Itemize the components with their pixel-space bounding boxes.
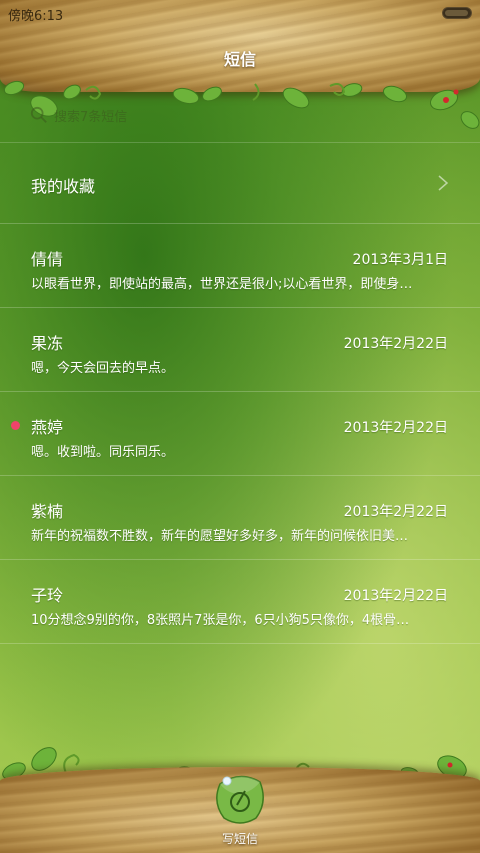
chevron-right-icon: [438, 175, 449, 191]
message-date: 2013年2月22日: [343, 504, 448, 520]
message-preview: 10分想念9别的你，8张照片7张是你，6只小狗5只像你，4根骨…: [31, 613, 410, 628]
search-bar[interactable]: 搜索7条短信: [30, 104, 450, 126]
message-date: 2013年2月22日: [343, 420, 448, 436]
contact-name: 果冻: [31, 334, 64, 353]
favorites-row[interactable]: 我的收藏: [0, 142, 480, 224]
conversation-row[interactable]: 倩倩 2013年3月1日 以眼看世界，即使站的最高，世界还是很小;以心看世界，即…: [0, 224, 480, 308]
search-icon: [30, 106, 47, 123]
search-input[interactable]: 搜索7条短信: [54, 106, 127, 125]
compose-label: 写短信: [221, 832, 258, 846]
status-time: 傍晚6:13: [8, 9, 64, 24]
favorites-label: 我的收藏: [31, 177, 96, 196]
header-bar: 傍晚6:13 短信: [0, 0, 480, 92]
conversation-row[interactable]: 子玲 2013年2月22日 10分想念9别的你，8张照片7张是你，6只小狗5只像…: [0, 560, 480, 644]
contact-name: 倩倩: [31, 250, 64, 269]
conversation-row[interactable]: 紫楠 2013年2月22日 新年的祝福数不胜数，新年的愿望好多好多，新年的问候依…: [0, 476, 480, 560]
compose-button[interactable]: 写短信: [207, 772, 273, 848]
battery-icon: [442, 7, 472, 19]
contact-name: 子玲: [31, 586, 64, 605]
contact-name: 紫楠: [31, 502, 64, 521]
message-preview: 新年的祝福数不胜数，新年的愿望好多好多，新年的问候依旧美…: [31, 529, 409, 544]
conversation-row[interactable]: 燕婷 2013年2月22日 嗯。收到啦。同乐同乐。: [0, 392, 480, 476]
message-date: 2013年2月22日: [343, 588, 448, 604]
message-date: 2013年3月1日: [352, 252, 448, 268]
message-date: 2013年2月22日: [343, 336, 448, 352]
compose-leaf-icon: [216, 775, 264, 824]
message-preview: 嗯。收到啦。同乐同乐。: [31, 445, 175, 460]
page-title: 短信: [223, 50, 256, 69]
unread-indicator: [11, 421, 20, 430]
message-preview: 以眼看世界，即使站的最高，世界还是很小;以心看世界，即使身…: [31, 277, 413, 292]
message-preview: 嗯，今天会回去的早点。: [31, 361, 175, 376]
contact-name: 燕婷: [31, 418, 64, 437]
conversation-row[interactable]: 果冻 2013年2月22日 嗯，今天会回去的早点。: [0, 308, 480, 392]
